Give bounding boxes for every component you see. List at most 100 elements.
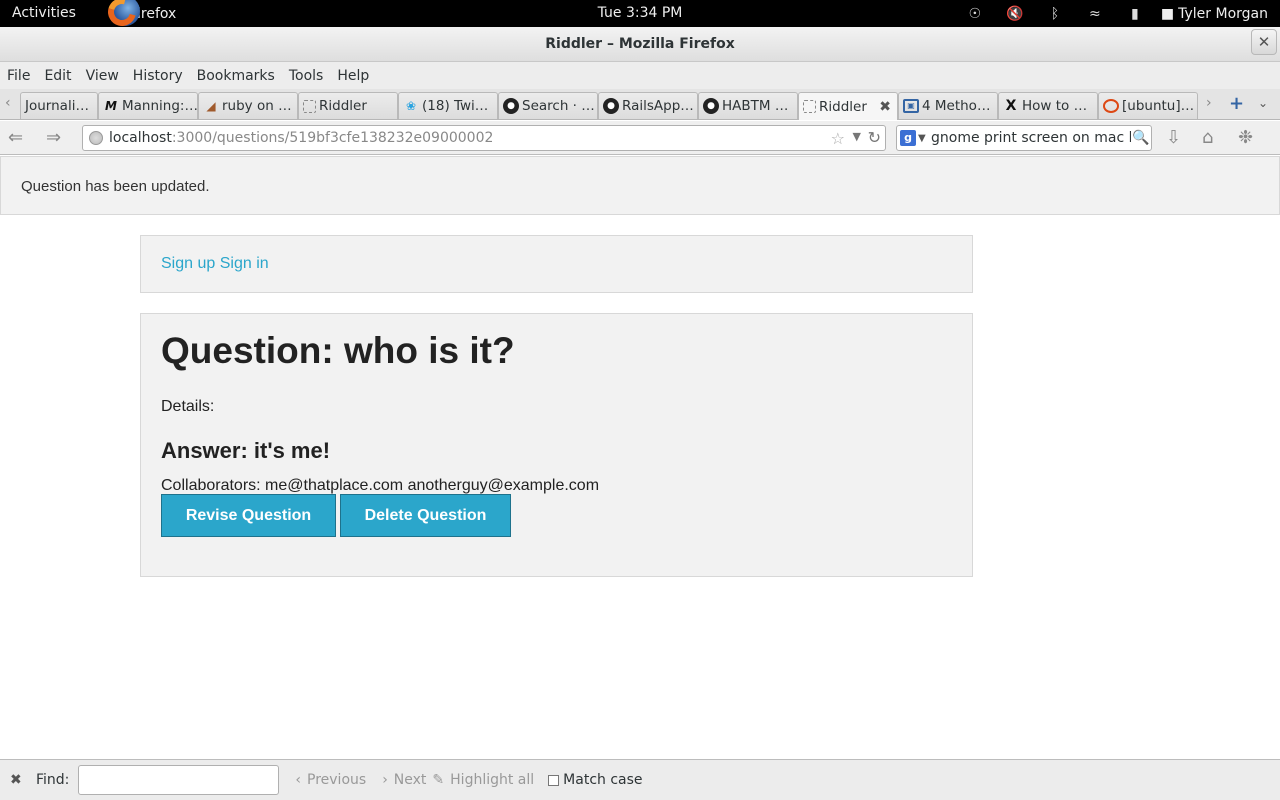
- delete-question-button[interactable]: Delete Question: [340, 494, 511, 537]
- tab-label: Riddler: [819, 98, 867, 115]
- tab-search-github[interactable]: ● Search · …: [498, 92, 598, 119]
- ruby-shoe-icon: ◢: [206, 99, 216, 113]
- page-icon: [303, 99, 316, 113]
- github-icon: ●: [503, 98, 519, 114]
- user-nav-panel: Sign up Sign in: [140, 235, 973, 293]
- find-next-button[interactable]: › Next: [382, 772, 426, 788]
- highlight-all-label: Highlight all: [450, 772, 535, 788]
- site-identity-icon[interactable]: [89, 131, 103, 145]
- tab-riddler[interactable]: Riddler: [298, 92, 398, 119]
- scroll-tabs-right-icon[interactable]: ›: [1206, 95, 1212, 111]
- window-title: Riddler – Mozilla Firefox: [545, 36, 735, 52]
- x-icon: X: [1005, 98, 1017, 114]
- tab-label: [ubuntu]…: [1122, 98, 1195, 114]
- tab-ubuntu[interactable]: [ubuntu]…: [1098, 92, 1198, 119]
- tab-strip: ‹ Journali… M Manning:… ◢ ruby on … Ridd…: [0, 89, 1280, 120]
- bookmark-star-icon[interactable]: ☆: [831, 129, 845, 148]
- extension-icon[interactable]: ❉: [1238, 127, 1253, 148]
- tab-label: 4 Metho…: [922, 98, 991, 114]
- tab-riddler-active[interactable]: Riddler ✖: [798, 92, 898, 120]
- downloads-icon[interactable]: ⇩: [1166, 127, 1181, 148]
- tab-label: Journali…: [25, 98, 89, 114]
- tab-label: ruby on …: [222, 98, 292, 114]
- highlight-all-button[interactable]: ✎ Highlight all: [432, 772, 534, 788]
- close-find-bar-icon[interactable]: ✖: [10, 772, 24, 788]
- list-all-tabs-icon[interactable]: ⌄: [1258, 96, 1268, 110]
- tab-ruby-on[interactable]: ◢ ruby on …: [198, 92, 298, 119]
- tab-label: Riddler: [319, 98, 367, 114]
- user-name: Tyler Morgan: [1178, 5, 1268, 22]
- bluetooth-icon[interactable]: ᛒ: [1035, 6, 1075, 22]
- twitter-icon: ❀: [405, 99, 417, 113]
- menu-history[interactable]: History: [133, 68, 183, 84]
- tab-4-methods[interactable]: ▣ 4 Metho…: [898, 92, 998, 119]
- new-tab-button[interactable]: +: [1229, 93, 1244, 114]
- manning-icon: M: [105, 99, 117, 113]
- user-icon: ■: [1160, 5, 1175, 22]
- reload-icon[interactable]: ↻: [868, 128, 881, 147]
- wifi-icon[interactable]: ≈: [1075, 6, 1115, 22]
- question-panel: Question: who is it? Details: Answer: it…: [140, 313, 973, 577]
- question-details: Details:: [161, 398, 215, 415]
- tab-manning[interactable]: M Manning:…: [98, 92, 198, 119]
- window-close-button[interactable]: ✕: [1251, 29, 1277, 55]
- menu-edit[interactable]: Edit: [44, 68, 71, 84]
- url-bar[interactable]: localhost:3000/questions/519bf3cfe138232…: [82, 125, 886, 151]
- back-button[interactable]: ⇐: [8, 127, 23, 148]
- tab-habtm[interactable]: ● HABTM …: [698, 92, 798, 119]
- search-bar[interactable]: g▼ gnome print screen on mac keyb 🔍: [896, 125, 1152, 151]
- menu-file[interactable]: File: [7, 68, 30, 84]
- revise-question-button[interactable]: Revise Question: [161, 494, 336, 537]
- github-icon: ●: [603, 98, 619, 114]
- tab-twitter[interactable]: ❀ (18) Twi…: [398, 92, 498, 119]
- find-previous-button[interactable]: ‹ Previous: [295, 772, 366, 788]
- menu-help[interactable]: Help: [337, 68, 369, 84]
- search-input[interactable]: gnome print screen on mac keyb: [931, 130, 1131, 146]
- tab-label: (18) Twi…: [422, 98, 489, 114]
- chevron-right-icon: ›: [382, 772, 388, 788]
- url-path: :3000/questions/519bf3cfe138232e09000002: [171, 130, 494, 146]
- battery-icon[interactable]: ▮: [1115, 6, 1155, 22]
- menu-tools[interactable]: Tools: [289, 68, 324, 84]
- tab-journali[interactable]: Journali…: [20, 92, 98, 119]
- match-case-checkbox[interactable]: Match case: [548, 772, 643, 788]
- user-menu[interactable]: ■ Tyler Morgan: [1161, 6, 1268, 22]
- search-icon[interactable]: 🔍: [1131, 130, 1151, 146]
- collaborators-text: Collaborators: me@thatplace.com anotherg…: [161, 477, 600, 494]
- sign-in-link[interactable]: Sign in: [220, 255, 269, 272]
- menu-bookmarks[interactable]: Bookmarks: [197, 68, 275, 84]
- checkbox-box[interactable]: [548, 774, 560, 786]
- volume-muted-icon[interactable]: 🔇: [995, 6, 1035, 22]
- tab-label: How to …: [1022, 98, 1088, 114]
- chevron-left-icon: ‹: [295, 772, 302, 788]
- find-bar: ✖ Find: ‹ Previous › Next ✎ Highlight all M…: [0, 759, 1280, 800]
- navigation-toolbar: ⇐ ⇒ localhost:3000/questions/519bf3cfe13…: [0, 121, 1280, 155]
- forward-button[interactable]: ⇒: [46, 127, 61, 148]
- find-input[interactable]: [78, 765, 280, 795]
- search-engine-selector[interactable]: g ▼: [897, 126, 931, 150]
- app-menu[interactable]: Firefox: [106, 0, 176, 27]
- activities-button[interactable]: Activities: [12, 5, 76, 21]
- accessibility-icon[interactable]: ☉: [955, 6, 995, 22]
- page-content: Question has been updated. Sign up Sign …: [0, 156, 1280, 759]
- google-icon: g: [900, 130, 916, 146]
- flash-notice: Question has been updated.: [0, 156, 1280, 215]
- clock[interactable]: Tue 3:34 PM: [598, 5, 683, 21]
- match-case-label: Match case: [563, 772, 643, 788]
- home-icon[interactable]: ⌂: [1202, 127, 1213, 148]
- tab-railsapp[interactable]: ● RailsApp…: [598, 92, 698, 119]
- firefox-logo-icon: [106, 0, 140, 27]
- menu-view[interactable]: View: [86, 68, 119, 84]
- tab-label: Manning:…: [122, 98, 198, 114]
- scroll-tabs-left-icon[interactable]: ‹: [5, 95, 11, 111]
- url-history-dropdown-icon[interactable]: ▼: [853, 130, 861, 143]
- url-host: localhost: [109, 130, 172, 146]
- tab-label: Search · …: [522, 98, 595, 114]
- status-area: ☉ 🔇 ᛒ ≈ ▮ ■ Tyler Morgan: [955, 0, 1280, 27]
- blue-square-icon: ▣: [903, 99, 919, 113]
- sign-up-link[interactable]: Sign up: [161, 255, 215, 272]
- highlighter-icon: ✎: [432, 772, 445, 788]
- tab-close-icon[interactable]: ✖: [879, 99, 891, 115]
- tab-label: HABTM …: [722, 98, 789, 114]
- tab-how-to[interactable]: X How to …: [998, 92, 1098, 119]
